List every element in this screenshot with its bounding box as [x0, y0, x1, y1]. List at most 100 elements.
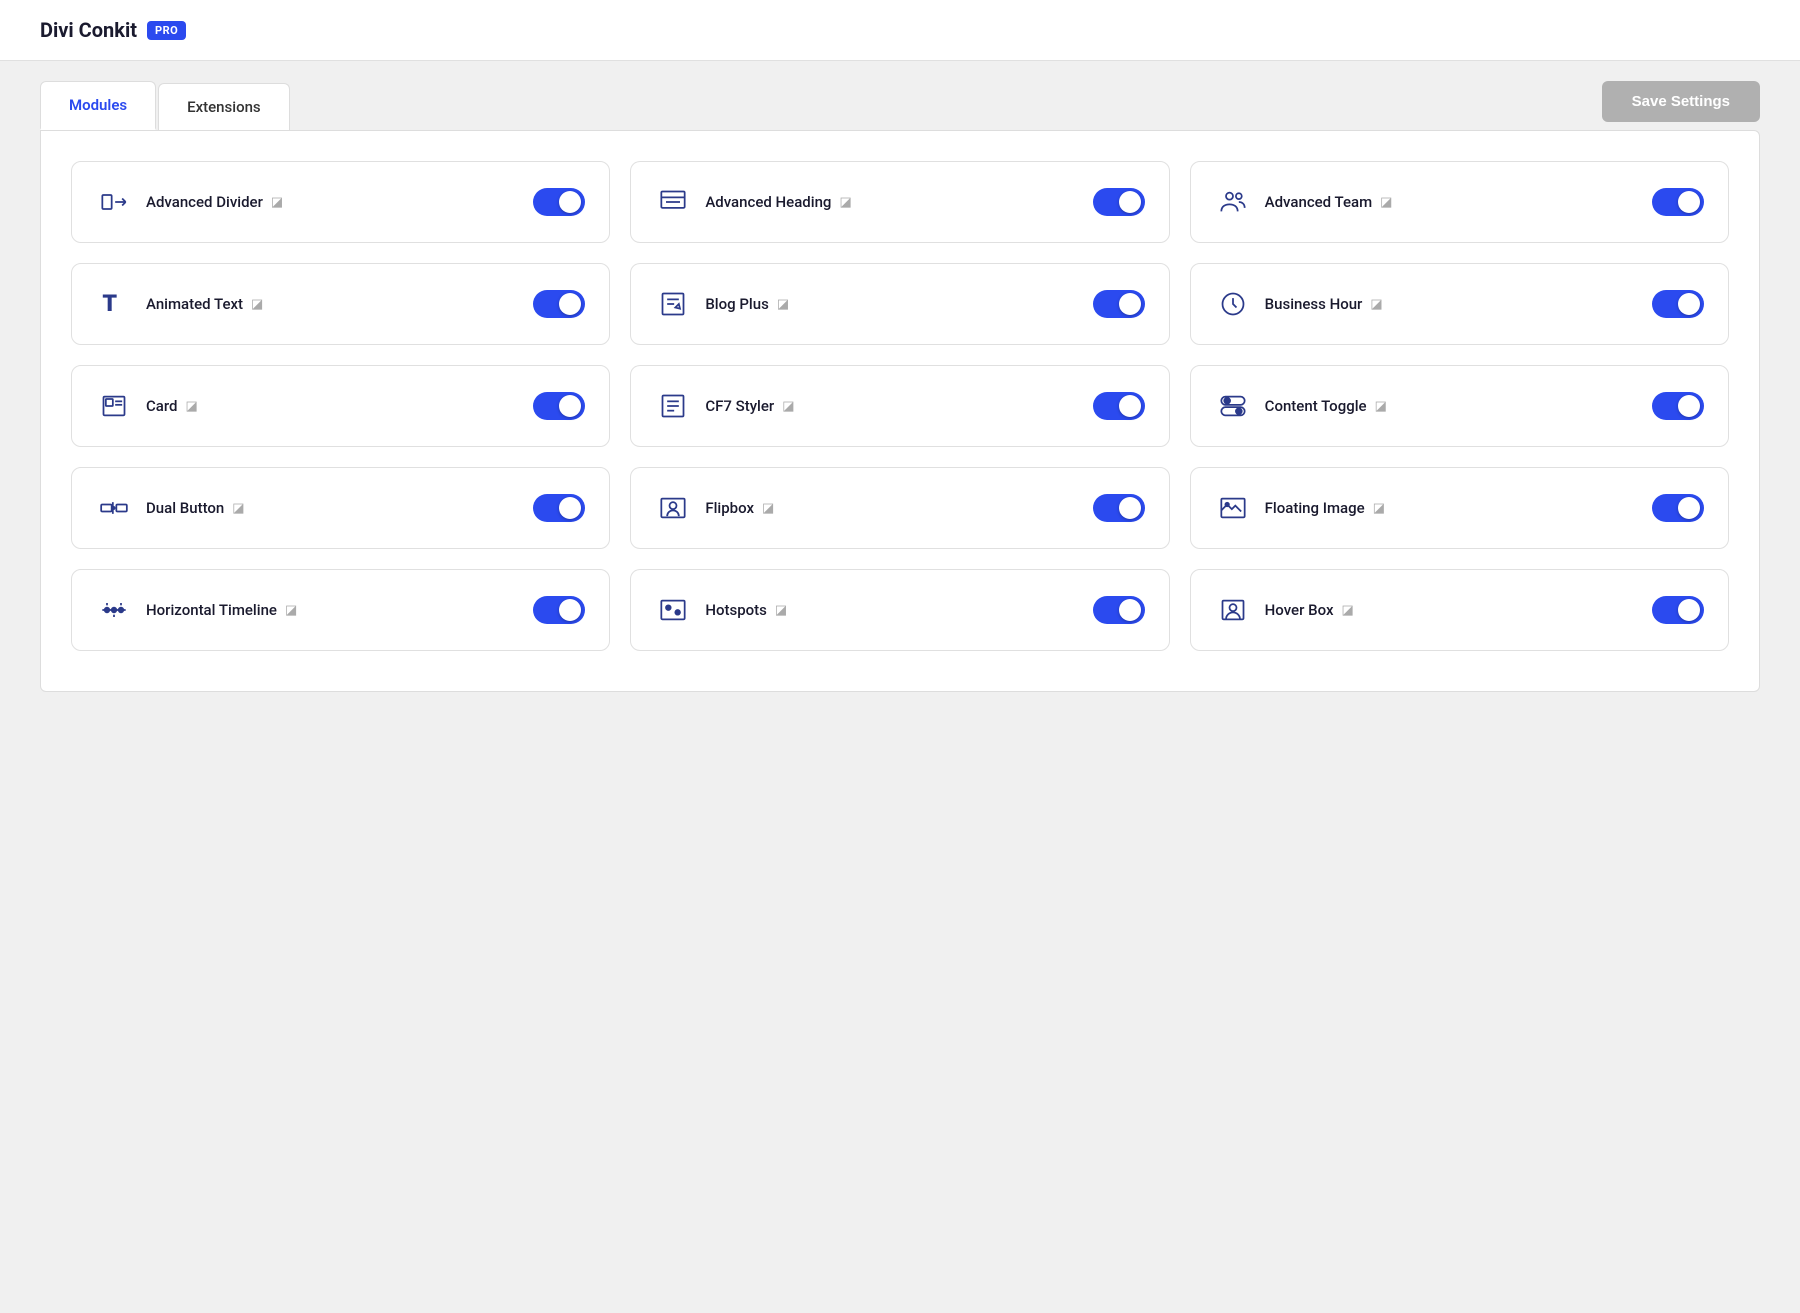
- module-toggle-hover-box[interactable]: [1652, 596, 1704, 624]
- dual-button-icon: [96, 490, 132, 526]
- module-info: Horizontal Timeline ◪: [146, 601, 297, 619]
- module-left: Floating Image ◪: [1215, 490, 1385, 526]
- module-info: Hover Box ◪: [1265, 601, 1354, 619]
- module-info-icon[interactable]: ◪: [251, 297, 263, 312]
- module-left: Hover Box ◪: [1215, 592, 1354, 628]
- module-card-flipbox: Flipbox ◪: [630, 467, 1169, 549]
- module-card-animated-text: T Animated Text ◪: [71, 263, 610, 345]
- module-info-icon[interactable]: ◪: [1375, 399, 1387, 414]
- module-toggle-horizontal-timeline[interactable]: [533, 596, 585, 624]
- floating-image-icon: [1215, 490, 1251, 526]
- hover-box-icon: [1215, 592, 1251, 628]
- module-toggle-animated-text[interactable]: [533, 290, 585, 318]
- module-toggle-advanced-team[interactable]: [1652, 188, 1704, 216]
- module-left: Dual Button ◪: [96, 490, 245, 526]
- tab-extensions[interactable]: Extensions: [158, 83, 290, 130]
- module-toggle-dual-button[interactable]: [533, 494, 585, 522]
- pro-badge: PRO: [147, 21, 186, 40]
- tabs-header: Modules Extensions Save Settings: [0, 81, 1800, 130]
- team-icon: [1215, 184, 1251, 220]
- module-toggle-cf7-styler[interactable]: [1093, 392, 1145, 420]
- module-name: CF7 Styler: [705, 397, 774, 415]
- module-left: Hotspots ◪: [655, 592, 787, 628]
- module-info-icon[interactable]: ◪: [285, 603, 297, 618]
- svg-text:T: T: [102, 290, 117, 317]
- module-toggle-content-toggle[interactable]: [1652, 392, 1704, 420]
- module-left: Flipbox ◪: [655, 490, 774, 526]
- module-card-content-toggle: Content Toggle ◪: [1190, 365, 1729, 447]
- module-left: Content Toggle ◪: [1215, 388, 1387, 424]
- module-left: T Animated Text ◪: [96, 286, 263, 322]
- module-info-icon[interactable]: ◪: [762, 501, 774, 516]
- modules-content-panel: Advanced Divider ◪ Advanced Heading ◪: [40, 130, 1760, 692]
- module-toggle-blog-plus[interactable]: [1093, 290, 1145, 318]
- divider-icon: [96, 184, 132, 220]
- toggle-icon: [1215, 388, 1251, 424]
- module-card-hotspots: Hotspots ◪: [630, 569, 1169, 651]
- module-info: Business Hour ◪: [1265, 295, 1383, 313]
- heading-icon: [655, 184, 691, 220]
- module-toggle-advanced-heading[interactable]: [1093, 188, 1145, 216]
- module-name: Horizontal Timeline: [146, 601, 277, 619]
- module-info: Animated Text ◪: [146, 295, 263, 313]
- module-info-icon[interactable]: ◪: [839, 195, 851, 210]
- module-info-icon[interactable]: ◪: [775, 603, 787, 618]
- module-info-icon[interactable]: ◪: [186, 399, 198, 414]
- module-card-business-hour: Business Hour ◪: [1190, 263, 1729, 345]
- module-toggle-card[interactable]: [533, 392, 585, 420]
- module-info: Advanced Heading ◪: [705, 193, 851, 211]
- module-toggle-floating-image[interactable]: [1652, 494, 1704, 522]
- module-name: Hotspots: [705, 601, 767, 619]
- module-left: Advanced Divider ◪: [96, 184, 283, 220]
- module-info: Content Toggle ◪: [1265, 397, 1387, 415]
- module-name: Flipbox: [705, 499, 754, 517]
- module-card-advanced-team: Advanced Team ◪: [1190, 161, 1729, 243]
- module-info: Card ◪: [146, 397, 198, 415]
- modules-grid: Advanced Divider ◪ Advanced Heading ◪: [71, 161, 1729, 651]
- module-info: Dual Button ◪: [146, 499, 245, 517]
- module-name: Advanced Team: [1265, 193, 1373, 211]
- module-left: Card ◪: [96, 388, 198, 424]
- module-info-icon[interactable]: ◪: [1370, 297, 1382, 312]
- module-info-icon[interactable]: ◪: [782, 399, 794, 414]
- module-name: Business Hour: [1265, 295, 1363, 313]
- timeline-icon: [96, 592, 132, 628]
- module-card-horizontal-timeline: Horizontal Timeline ◪: [71, 569, 610, 651]
- card-icon: [96, 388, 132, 424]
- module-name: Advanced Divider: [146, 193, 263, 211]
- module-name: Blog Plus: [705, 295, 769, 313]
- module-info: Hotspots ◪: [705, 601, 787, 619]
- module-name: Dual Button: [146, 499, 224, 517]
- module-card-card: Card ◪: [71, 365, 610, 447]
- module-name: Animated Text: [146, 295, 243, 313]
- module-info: Floating Image ◪: [1265, 499, 1385, 517]
- module-left: Blog Plus ◪: [655, 286, 789, 322]
- module-info-icon[interactable]: ◪: [1373, 501, 1385, 516]
- module-toggle-advanced-divider[interactable]: [533, 188, 585, 216]
- module-card-hover-box: Hover Box ◪: [1190, 569, 1729, 651]
- module-card-blog-plus: Blog Plus ◪: [630, 263, 1169, 345]
- module-info-icon[interactable]: ◪: [1341, 603, 1353, 618]
- module-left: Advanced Team ◪: [1215, 184, 1393, 220]
- app-header: Divi Conkit PRO: [0, 0, 1800, 61]
- save-settings-button[interactable]: Save Settings: [1602, 81, 1760, 122]
- module-info: CF7 Styler ◪: [705, 397, 794, 415]
- module-toggle-business-hour[interactable]: [1652, 290, 1704, 318]
- module-info: Advanced Divider ◪: [146, 193, 283, 211]
- hotspots-icon: [655, 592, 691, 628]
- module-name: Hover Box: [1265, 601, 1334, 619]
- module-name: Content Toggle: [1265, 397, 1367, 415]
- module-info-icon[interactable]: ◪: [271, 195, 283, 210]
- module-info-icon[interactable]: ◪: [1380, 195, 1392, 210]
- clock-icon: [1215, 286, 1251, 322]
- module-toggle-hotspots[interactable]: [1093, 596, 1145, 624]
- module-card-advanced-heading: Advanced Heading ◪: [630, 161, 1169, 243]
- module-toggle-flipbox[interactable]: [1093, 494, 1145, 522]
- tabs-wrapper: Modules Extensions Save Settings Advance…: [0, 61, 1800, 692]
- tab-modules[interactable]: Modules: [40, 81, 156, 130]
- module-info-icon[interactable]: ◪: [232, 501, 244, 516]
- module-info: Flipbox ◪: [705, 499, 774, 517]
- animated-text-icon: T: [96, 286, 132, 322]
- module-info: Advanced Team ◪: [1265, 193, 1393, 211]
- module-info-icon[interactable]: ◪: [777, 297, 789, 312]
